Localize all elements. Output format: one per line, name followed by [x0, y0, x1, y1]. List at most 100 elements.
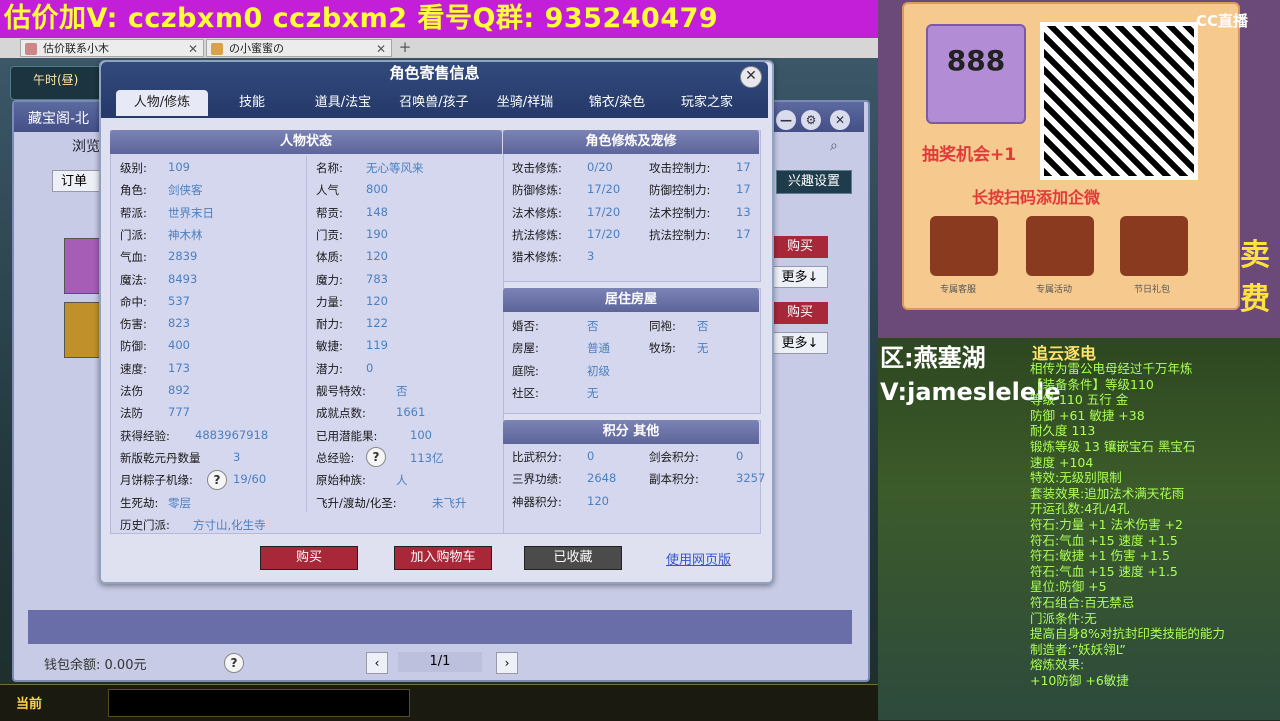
row-value: 普通 [587, 341, 610, 356]
tab-items[interactable]: 道具/法宝 [298, 90, 388, 116]
gift-icon [1120, 216, 1188, 276]
stat-label: 生死劫: [120, 495, 159, 510]
browser-tab-2[interactable]: の小蜜蜜の ✕ [206, 39, 392, 57]
row-label: 同袍: [649, 319, 676, 333]
exp-help-icon[interactable]: ? [366, 447, 386, 467]
row-value: 13 [736, 204, 751, 219]
prev-page-icon[interactable]: ‹ [366, 652, 388, 674]
row-label: 防御控制力: [649, 183, 711, 198]
more-button[interactable]: 更多↓ [772, 332, 828, 354]
item-stat-line: 符石:气血 +15 速度 +1.5 [1030, 532, 1178, 548]
stat-value: 神木林 [168, 227, 203, 242]
minimize-icon[interactable]: — [776, 110, 796, 130]
buy-button[interactable]: 购买 [260, 546, 358, 570]
buy-button[interactable]: 购买 [772, 302, 828, 324]
tab-favicon-icon [211, 43, 223, 55]
item-stat-line: 符石:敏捷 +1 伤害 +1.5 [1030, 548, 1170, 564]
stat-label: 角色: [120, 183, 147, 198]
browse-tab[interactable]: 浏览 [28, 134, 108, 160]
row-label: 法术修炼: [512, 205, 562, 220]
stat-value: 109 [168, 160, 190, 174]
row-value: 17/20 [587, 226, 621, 241]
item-stat-line: 开运孔数:4孔/4孔 [1030, 501, 1130, 517]
house-title: 居住房屋 [503, 288, 759, 312]
stat-value: 剑侠客 [168, 183, 203, 198]
stat-value: 1661 [396, 405, 426, 420]
stat-label: 体质: [316, 250, 343, 265]
tab-home[interactable]: 玩家之家 [664, 90, 750, 116]
browser-tab-strip: 估价联系小木 ✕ の小蜜蜜の ✕ + [0, 38, 878, 59]
item-stat-line: 门派条件:无 [1030, 610, 1097, 626]
row-label: 法术控制力: [649, 205, 711, 220]
stat-value: 3 [233, 449, 241, 464]
add-to-cart-button[interactable]: 加入购物车 [394, 546, 492, 570]
wallet-value: 0.00元 [104, 658, 147, 673]
item-stat-line: 防御 +61 敏捷 +38 [1030, 407, 1145, 423]
favorited-button[interactable]: 已收藏 [524, 546, 622, 570]
settings-icon[interactable]: ⚙ [801, 110, 821, 130]
close-tab-icon[interactable]: ✕ [376, 40, 386, 58]
item-stat-line: 制造者:”妖妖翎L” [1030, 641, 1126, 657]
stat-label: 获得经验: [120, 428, 170, 443]
close-tab-icon[interactable]: ✕ [188, 40, 198, 58]
row-label: 婚否: [512, 319, 539, 333]
close-window-icon[interactable]: ✕ [830, 110, 850, 130]
tab-costume[interactable]: 锦衣/染色 [574, 90, 660, 116]
row-label: 社区: [512, 385, 539, 400]
row-label: 抗法控制力: [649, 227, 711, 242]
sell-text: 卖 [1240, 238, 1270, 273]
wallet-balance: 钱包余额: 0.00元 [44, 654, 146, 673]
tab-mounts[interactable]: 坐骑/祥瑞 [482, 90, 568, 116]
item-stat-line: 锻炼等级 13 镶嵌宝石 黑宝石 [1030, 439, 1196, 454]
stat-value: 777 [168, 405, 190, 420]
badge-number: 888 [946, 44, 1006, 77]
chat-input[interactable] [108, 689, 410, 717]
stat-value: 400 [168, 338, 190, 353]
dialog-close-icon[interactable]: ✕ [740, 66, 762, 88]
dialog-title: 角色寄售信息 [389, 64, 480, 82]
row-value: 3257 [736, 471, 766, 486]
stat-label: 门贡: [316, 227, 343, 242]
tab-pets[interactable]: 召唤兽/孩子 [388, 90, 480, 116]
stat-value: 148 [366, 204, 388, 219]
item-stat-line: 等级 110 五行 金 [1030, 392, 1129, 408]
row-label: 猎术修炼: [512, 250, 562, 265]
stat-label: 敏捷: [316, 339, 343, 354]
mooncake-help-icon[interactable]: ? [207, 470, 227, 490]
stat-value: 零层 [168, 495, 191, 510]
stat-value: 人 [396, 473, 408, 488]
stat-value: 823 [168, 316, 190, 331]
server-area-label: 区:燕塞湖 [880, 344, 986, 372]
stat-label: 速度: [120, 361, 147, 376]
stat-value: 8493 [168, 271, 198, 286]
status-title: 人物状态 [110, 130, 502, 154]
stat-label: 历史门派: [120, 517, 170, 532]
new-tab-icon[interactable]: + [396, 39, 414, 57]
customer-service-icon [930, 216, 998, 276]
stat-label: 靓号特效: [316, 384, 366, 398]
buy-button[interactable]: 购买 [772, 236, 828, 258]
stat-label: 潜力: [316, 361, 343, 376]
tab-skills[interactable]: 技能 [222, 90, 282, 116]
more-button[interactable]: 更多↓ [772, 266, 828, 288]
item-stat-line: 符石组合:百无禁忌 [1030, 595, 1135, 610]
tab-character[interactable]: 人物/修炼 [116, 90, 208, 116]
stat-label: 原始种族: [316, 473, 366, 488]
item-stat-line: 特效:无级别限制 [1030, 470, 1122, 486]
row-value: 17 [736, 226, 751, 241]
row-value: 无 [697, 341, 709, 356]
stat-label: 耐力: [316, 317, 343, 332]
stat-label: 魔法: [120, 272, 147, 287]
banner-text: 估价加V: cczbxm0 cczbxm2 看号Q群: 935240479 [4, 3, 719, 34]
interest-settings-button[interactable]: 兴趣设置 [776, 170, 852, 194]
promo-banner: 估价加V: cczbxm0 cczbxm2 看号Q群: 935240479 [0, 0, 878, 38]
item-stat-line: +10防御 +6敏捷 [1030, 673, 1129, 688]
next-page-icon[interactable]: › [496, 652, 518, 674]
help-icon[interactable]: ? [224, 653, 244, 673]
stat-label: 力量: [316, 294, 343, 309]
web-version-link[interactable]: 使用网页版 [666, 549, 731, 568]
stat-value: 173 [168, 360, 190, 375]
row-value: 2648 [587, 471, 617, 486]
search-icon[interactable]: ⌕ [830, 138, 848, 156]
browser-tab-1[interactable]: 估价联系小木 ✕ [20, 39, 204, 57]
